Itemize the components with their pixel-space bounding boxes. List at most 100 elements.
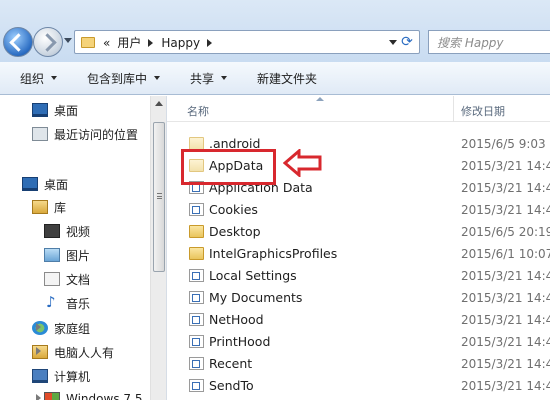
nav-item-label: 文档 (66, 272, 91, 287)
shortcut-folder-icon (189, 357, 204, 370)
include-in-library-label: 包含到库中 (87, 71, 148, 86)
file-name: PrintHood (209, 334, 271, 349)
nav-item-label: 桌面 (54, 103, 79, 118)
file-date: 2015/6/1 10:07 (461, 247, 550, 261)
chevron-down-icon (221, 76, 228, 80)
file-row-intelgraphicsprofiles[interactable]: IntelGraphicsProfiles 2015/6/1 10:07 (167, 243, 550, 265)
windows-drive-icon (44, 392, 60, 400)
file-name: SendTo (209, 378, 254, 393)
navigation-pane-scrollbar[interactable] (150, 96, 166, 400)
library-icon (32, 200, 48, 214)
address-path[interactable]: « 用户 Happy (103, 34, 220, 51)
organize-button[interactable]: 组织 (20, 70, 58, 87)
file-date: 2015/3/21 14:4 (461, 203, 550, 217)
folder-icon (189, 247, 204, 260)
nav-item-label: 家庭组 (54, 321, 91, 336)
folder-icon (189, 225, 204, 238)
file-row-cookies[interactable]: Cookies 2015/3/21 14:4 (167, 199, 550, 221)
nav-item-desktop-favorite[interactable]: 桌面 (32, 100, 78, 120)
file-row-printhood[interactable]: PrintHood 2015/3/21 14:4 (167, 331, 550, 353)
shortcut-folder-icon (189, 291, 204, 304)
search-input[interactable]: 搜索 Happy (428, 30, 550, 54)
file-name: Desktop (209, 224, 261, 239)
file-row-sendto[interactable]: SendTo 2015/3/21 14:4 (167, 375, 550, 397)
nav-item-pictures[interactable]: 图片 (44, 245, 90, 265)
command-bar: 组织 包含到库中 共享 新建文件夹 (0, 62, 550, 95)
recent-pages-dropdown[interactable] (64, 38, 72, 43)
file-date: 2015/3/21 14:4 (461, 313, 550, 327)
back-button[interactable] (3, 27, 33, 57)
nav-item-recent-places[interactable]: 最近访问的位置 (32, 124, 138, 144)
sort-ascending-icon (316, 97, 324, 101)
address-toolbar: « 用户 Happy ⟳ 搜索 Happy (0, 0, 550, 62)
column-header-date-modified[interactable]: 修改日期 (461, 103, 505, 119)
nav-item-windows-drive[interactable]: Windows 7 5 (44, 389, 142, 400)
desktop-icon (22, 177, 38, 191)
include-in-library-button[interactable]: 包含到库中 (87, 70, 161, 87)
pictures-library-icon (44, 248, 60, 262)
path-segment-happy[interactable]: Happy (161, 36, 200, 50)
path-segment-users[interactable]: 用户 (117, 36, 141, 50)
recent-places-icon (32, 127, 48, 141)
nav-item-videos[interactable]: 视频 (44, 221, 90, 241)
organize-label: 组织 (20, 71, 45, 86)
share-button[interactable]: 共享 (190, 70, 228, 87)
video-library-icon (44, 224, 60, 238)
address-bar[interactable]: « 用户 Happy (74, 30, 420, 54)
file-name: Local Settings (209, 268, 297, 283)
file-list: 名称 修改日期 .android 2015/6/5 9:03 AppData 2… (167, 96, 550, 400)
shortcut-folder-icon (189, 313, 204, 326)
file-date: 2015/3/21 14:4 (461, 335, 550, 349)
chevron-down-icon (51, 76, 58, 80)
nav-item-label: 视频 (66, 224, 91, 239)
file-name: Recent (209, 356, 253, 371)
nav-item-user-folder[interactable]: 电脑人人有 (32, 342, 114, 362)
path-overflow-chevron[interactable]: « (103, 36, 110, 50)
nav-item-label: Windows 7 5 (66, 392, 143, 400)
nav-item-documents[interactable]: 文档 (44, 269, 90, 289)
expand-arrow-icon[interactable] (36, 323, 41, 331)
column-header-name[interactable]: 名称 (187, 103, 209, 119)
desktop-icon (32, 103, 48, 117)
music-library-icon (44, 293, 60, 311)
nav-item-label: 最近访问的位置 (54, 127, 139, 142)
nav-item-libraries[interactable]: 库 (32, 197, 66, 217)
column-header-row: 名称 修改日期 (167, 96, 550, 122)
shortcut-folder-icon (189, 335, 204, 348)
expand-arrow-icon[interactable] (36, 394, 41, 400)
shortcut-folder-icon (189, 379, 204, 392)
file-date: 2015/3/21 14:4 (461, 357, 550, 371)
nav-item-desktop[interactable]: 桌面 (22, 174, 68, 194)
file-date: 2015/6/5 20:19 (461, 225, 550, 239)
file-row-recent[interactable]: Recent 2015/3/21 14:4 (167, 353, 550, 375)
new-folder-button[interactable]: 新建文件夹 (257, 70, 317, 87)
file-row-my-documents[interactable]: My Documents 2015/3/21 14:4 (167, 287, 550, 309)
file-row-local-settings[interactable]: Local Settings 2015/3/21 14:4 (167, 265, 550, 287)
file-row-nethood[interactable]: NetHood 2015/3/21 14:4 (167, 309, 550, 331)
file-date: 2015/3/21 14:4 (461, 291, 550, 305)
forward-button[interactable] (33, 27, 63, 57)
scrollbar-thumb[interactable] (153, 122, 165, 272)
chevron-down-icon (154, 76, 161, 80)
file-row-desktop[interactable]: Desktop 2015/6/5 20:19 (167, 221, 550, 243)
expand-arrow-icon[interactable] (36, 347, 41, 355)
file-name: Cookies (209, 202, 258, 217)
nav-item-music[interactable]: 音乐 (44, 293, 90, 313)
scroll-up-icon[interactable] (155, 101, 163, 106)
grip-icon (157, 193, 162, 199)
file-date: 2015/3/21 14:4 (461, 379, 550, 393)
file-name: IntelGraphicsProfiles (209, 246, 338, 261)
refresh-icon[interactable]: ⟳ (396, 33, 418, 51)
column-divider[interactable] (453, 96, 454, 122)
file-date: 2015/6/5 9:03 (461, 137, 546, 151)
file-date: 2015/3/21 14:4 (461, 269, 550, 283)
nav-item-label: 音乐 (66, 296, 91, 311)
nav-item-computer[interactable]: 计算机 (32, 366, 90, 386)
nav-item-label: 图片 (66, 248, 91, 263)
new-folder-label: 新建文件夹 (257, 71, 318, 86)
chevron-right-icon[interactable] (207, 38, 213, 47)
nav-item-label: 计算机 (54, 369, 91, 384)
share-label: 共享 (190, 71, 215, 86)
chevron-right-icon[interactable] (148, 38, 154, 47)
nav-item-label: 库 (54, 200, 67, 215)
